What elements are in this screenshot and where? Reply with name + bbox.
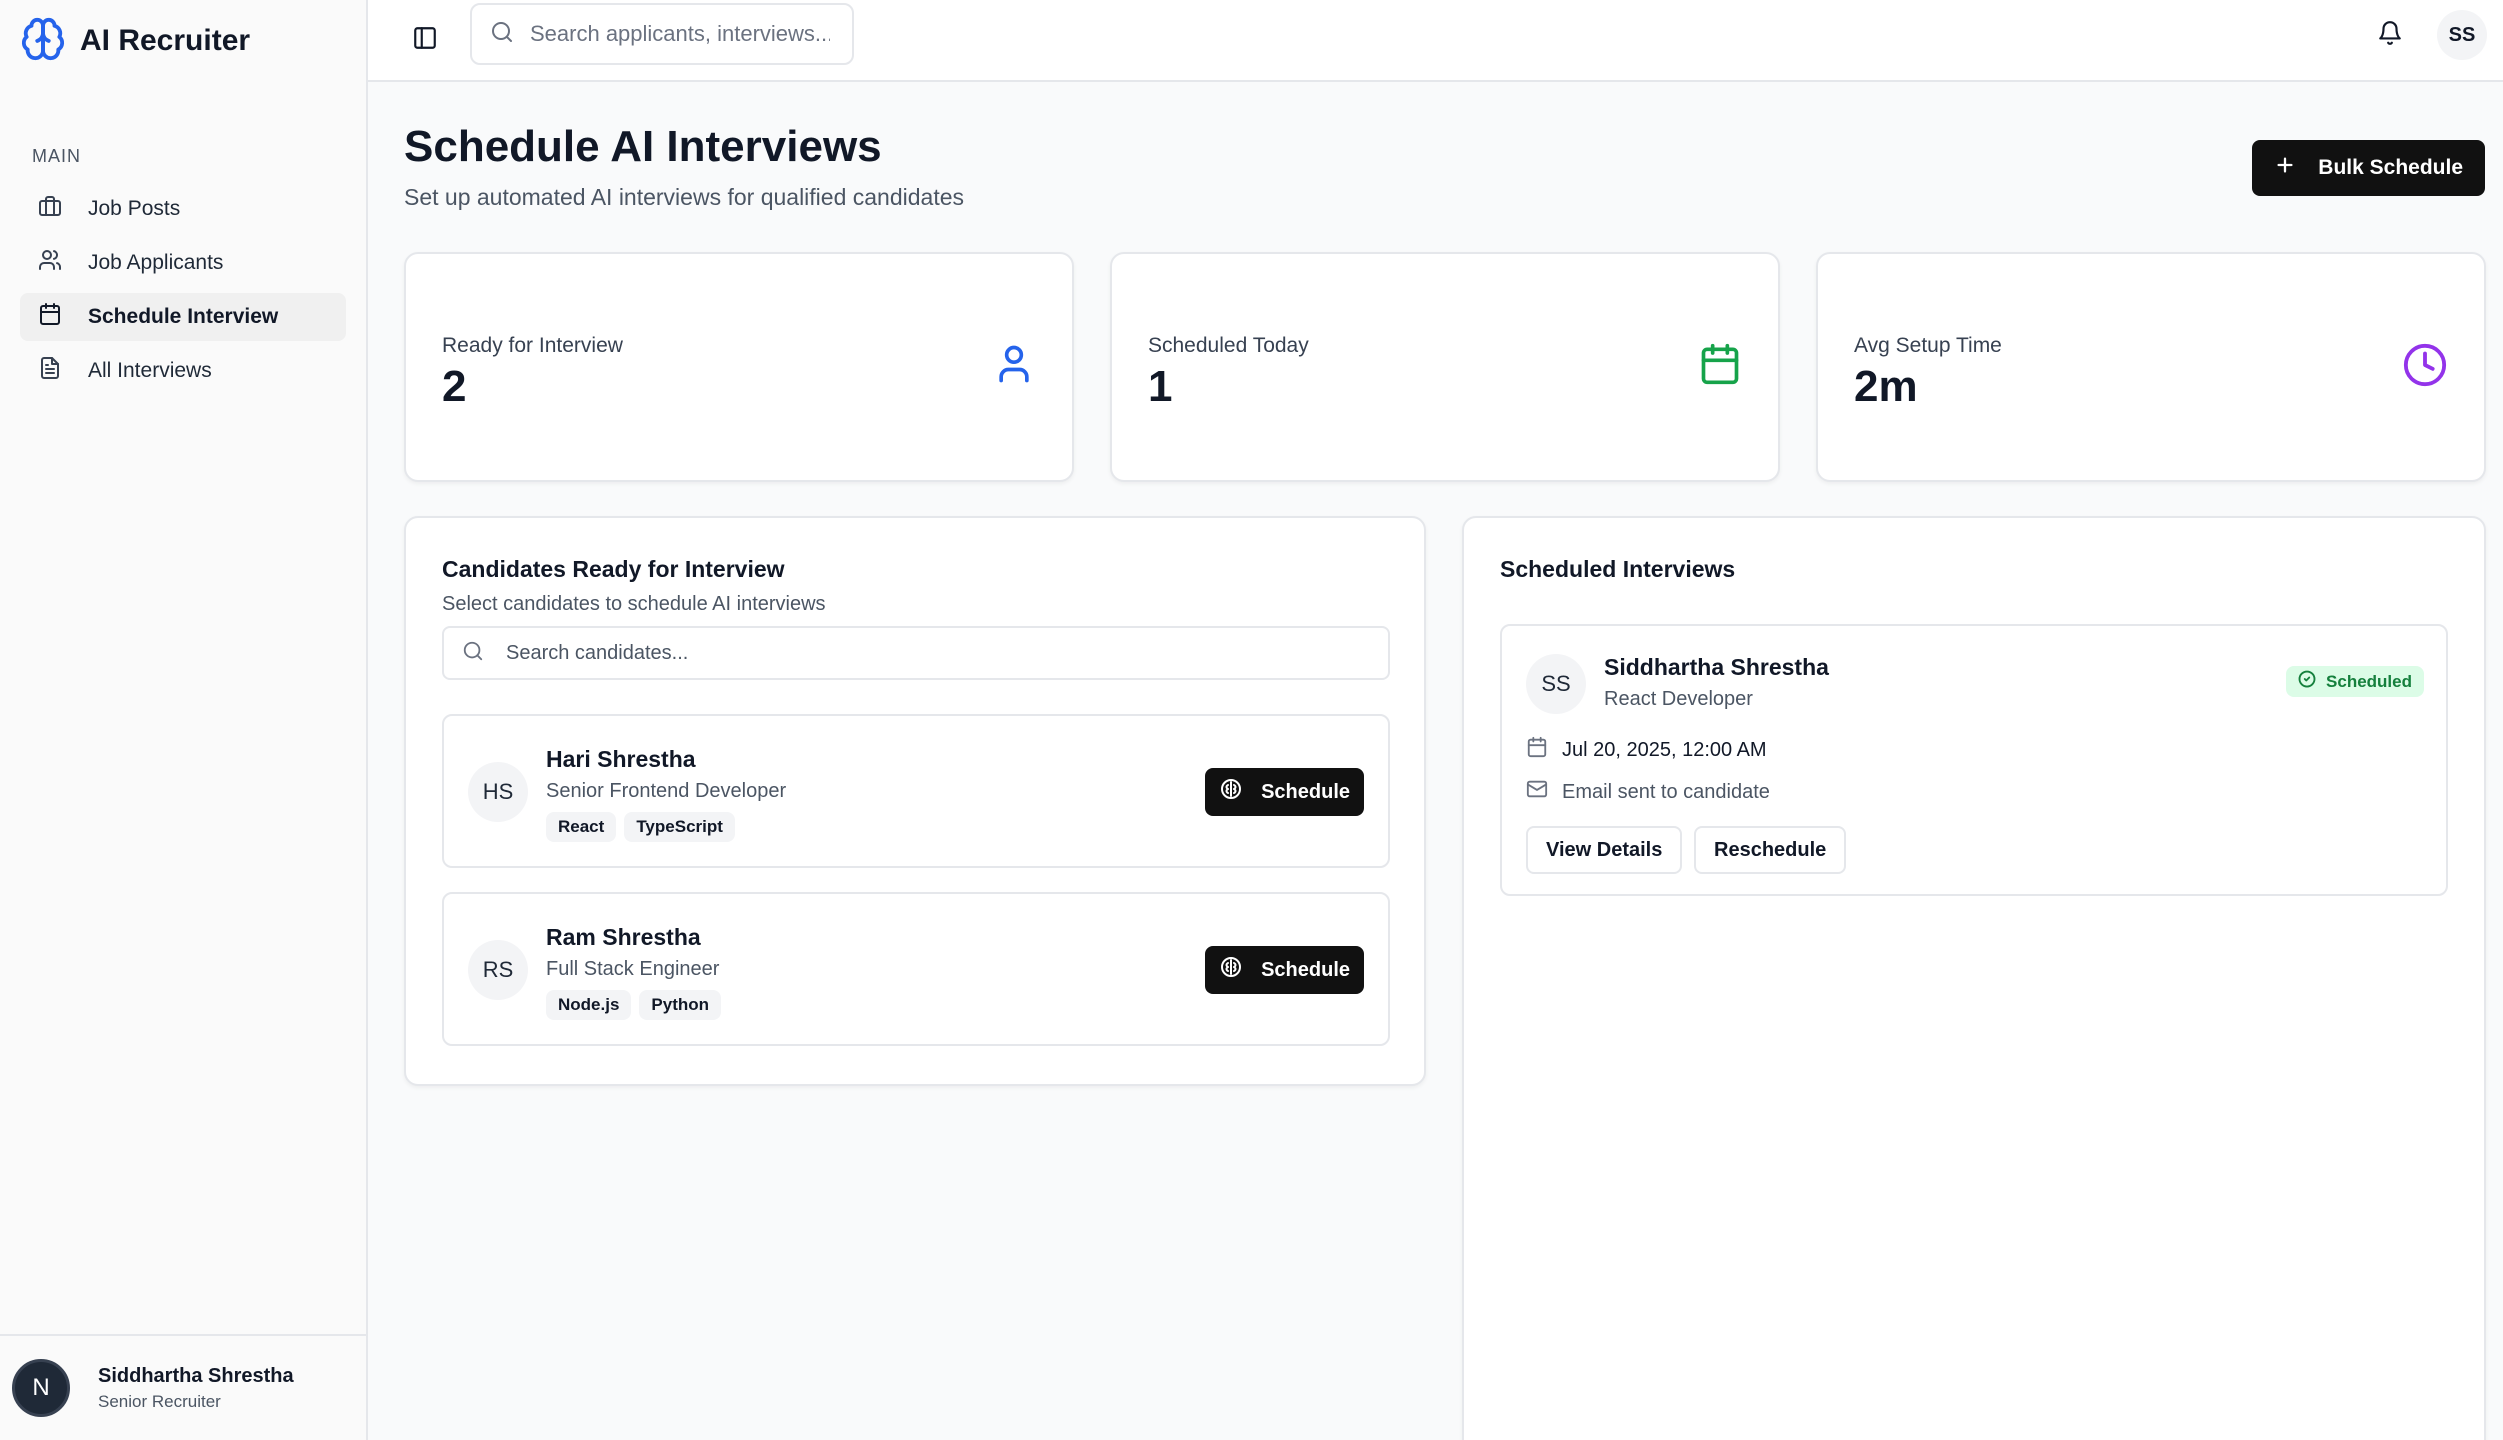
avatar: N bbox=[12, 1359, 70, 1417]
check-circle-icon bbox=[2298, 670, 2316, 693]
skill-tag: Python bbox=[639, 990, 722, 1020]
skill-tag: Node.js bbox=[546, 990, 632, 1020]
interview-datetime-row: Jul 20, 2025, 12:00 AM bbox=[1526, 736, 1767, 764]
interview-datetime: Jul 20, 2025, 12:00 AM bbox=[1562, 738, 1767, 761]
plus-icon bbox=[2274, 154, 2296, 182]
avatar: SS bbox=[1526, 654, 1586, 714]
view-details-button[interactable]: View Details bbox=[1526, 826, 1683, 874]
brain-icon bbox=[1219, 955, 1243, 985]
sidebar-item-label: Schedule Interview bbox=[88, 305, 279, 328]
interview-card: SS Siddhartha Shrestha React Developer S… bbox=[1500, 624, 2448, 896]
clock-icon bbox=[2402, 342, 2448, 393]
scheduled-interviews-panel: Scheduled Interviews SS Siddhartha Shres… bbox=[1462, 516, 2486, 1440]
stat-card-avg-setup: Avg Setup Time 2m bbox=[1816, 252, 2486, 482]
candidate-name: Hari Shrestha bbox=[546, 746, 696, 772]
schedule-button[interactable]: Schedule bbox=[1205, 768, 1364, 816]
top-header: SS bbox=[368, 0, 2503, 82]
interview-candidate-role: React Developer bbox=[1604, 688, 1753, 710]
candidates-panel: Candidates Ready for Interview Select ca… bbox=[404, 516, 1426, 1086]
calendar-icon bbox=[38, 302, 62, 332]
brand[interactable]: AI Recruiter bbox=[0, 0, 366, 82]
calendar-icon bbox=[1698, 342, 1742, 391]
scheduled-panel-title: Scheduled Interviews bbox=[1500, 556, 1736, 582]
sidebar-item-job-posts[interactable]: Job Posts bbox=[20, 185, 346, 233]
stat-card-scheduled-today: Scheduled Today 1 bbox=[1110, 252, 1780, 482]
reschedule-button[interactable]: Reschedule bbox=[1694, 826, 1847, 874]
candidate-search-input[interactable] bbox=[506, 641, 1366, 665]
sidebar-item-job-applicants[interactable]: Job Applicants bbox=[20, 239, 346, 287]
stat-label: Avg Setup Time bbox=[1854, 334, 2002, 357]
sidebar-item-schedule-interview[interactable]: Schedule Interview bbox=[20, 293, 346, 341]
status-badge: Scheduled bbox=[2286, 666, 2424, 697]
sidebar-item-label: Job Posts bbox=[88, 197, 181, 220]
email-note: Email sent to candidate bbox=[1562, 780, 1770, 803]
stat-value: 1 bbox=[1148, 362, 1173, 411]
schedule-label: Schedule bbox=[1261, 780, 1350, 803]
sidebar-item-all-interviews[interactable]: All Interviews bbox=[20, 347, 346, 395]
candidate-card: RS Ram Shrestha Full Stack Engineer Node… bbox=[442, 892, 1390, 1046]
sidebar: AI Recruiter MAIN Job Posts Job Applican… bbox=[0, 0, 368, 1440]
brain-icon bbox=[1219, 777, 1243, 807]
main-content: Schedule AI Interviews Set up automated … bbox=[368, 82, 2503, 1440]
stat-label: Ready for Interview bbox=[442, 334, 623, 357]
interview-candidate-name: Siddhartha Shrestha bbox=[1604, 654, 1829, 680]
user-icon bbox=[992, 342, 1036, 391]
global-search bbox=[470, 3, 854, 65]
global-search-input[interactable] bbox=[530, 21, 830, 47]
stat-card-ready: Ready for Interview 2 bbox=[404, 252, 1074, 482]
brain-logo-icon bbox=[20, 16, 66, 67]
skill-tags: React TypeScript bbox=[546, 812, 735, 842]
calendar-icon bbox=[1526, 736, 1548, 764]
briefcase-icon bbox=[38, 194, 62, 224]
skill-tag: TypeScript bbox=[624, 812, 735, 842]
bulk-schedule-button[interactable]: Bulk Schedule bbox=[2252, 140, 2485, 196]
candidate-search bbox=[442, 626, 1390, 680]
skill-tag: React bbox=[546, 812, 617, 842]
bell-icon[interactable] bbox=[2377, 20, 2403, 51]
candidate-role: Senior Frontend Developer bbox=[546, 780, 787, 802]
avatar: HS bbox=[468, 762, 528, 822]
sidebar-item-label: All Interviews bbox=[88, 359, 212, 382]
brand-name: AI Recruiter bbox=[80, 24, 251, 57]
user-name: Siddhartha Shrestha bbox=[98, 1364, 294, 1387]
candidate-card: HS Hari Shrestha Senior Frontend Develop… bbox=[442, 714, 1390, 868]
search-icon bbox=[490, 20, 514, 49]
schedule-label: Schedule bbox=[1261, 958, 1350, 981]
page-subtitle: Set up automated AI interviews for quali… bbox=[404, 184, 965, 210]
mail-icon bbox=[1526, 778, 1548, 806]
bulk-schedule-label: Bulk Schedule bbox=[2318, 156, 2463, 179]
search-icon bbox=[462, 640, 484, 667]
interview-email-row: Email sent to candidate bbox=[1526, 778, 1770, 806]
candidates-panel-subtitle: Select candidates to schedule AI intervi… bbox=[442, 593, 826, 615]
stat-label: Scheduled Today bbox=[1148, 334, 1309, 357]
candidate-role: Full Stack Engineer bbox=[546, 958, 720, 980]
users-icon bbox=[38, 248, 62, 278]
skill-tags: Node.js Python bbox=[546, 990, 722, 1020]
avatar: RS bbox=[468, 940, 528, 1000]
sidebar-toggle-icon[interactable] bbox=[412, 25, 438, 56]
user-avatar[interactable]: SS bbox=[2437, 10, 2487, 60]
stat-value: 2 bbox=[442, 362, 467, 411]
sidebar-user-profile[interactable]: N Siddhartha Shrestha Senior Recruiter bbox=[0, 1334, 366, 1440]
status-label: Scheduled bbox=[2326, 671, 2412, 691]
candidates-panel-title: Candidates Ready for Interview bbox=[442, 556, 785, 582]
sidebar-nav: Job Posts Job Applicants Schedule Interv… bbox=[0, 185, 366, 395]
page-title: Schedule AI Interviews bbox=[404, 122, 882, 171]
sidebar-item-label: Job Applicants bbox=[88, 251, 224, 274]
user-role: Senior Recruiter bbox=[98, 1391, 221, 1411]
user-info: Siddhartha Shrestha Senior Recruiter bbox=[98, 1365, 294, 1412]
nav-section-label: MAIN bbox=[32, 146, 81, 166]
file-text-icon bbox=[38, 356, 62, 386]
candidate-name: Ram Shrestha bbox=[546, 924, 701, 950]
stat-value: 2m bbox=[1854, 362, 1918, 411]
schedule-button[interactable]: Schedule bbox=[1205, 946, 1364, 994]
